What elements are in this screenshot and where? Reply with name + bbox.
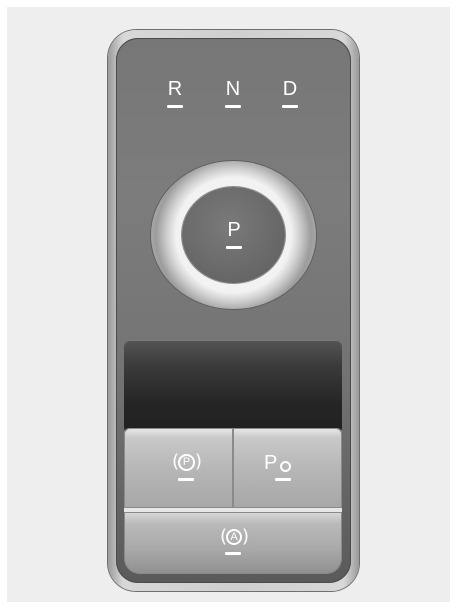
gear-neutral-label[interactable]: N [218, 78, 248, 100]
parking-brake-icon-right-arc: ) [195, 451, 203, 472]
auto-hold-indicator [225, 552, 241, 555]
auto-hold-icon-right-arc: ) [242, 526, 250, 547]
gear-park-label[interactable]: P [219, 219, 249, 241]
auto-hold-icon: A [226, 529, 242, 545]
gear-drive-label[interactable]: D [275, 78, 305, 100]
parking-brake-indicator [178, 478, 194, 481]
park-hold-icon: P [264, 452, 278, 474]
gear-park-indicator [226, 246, 242, 249]
gear-neutral-indicator [225, 105, 241, 108]
palm-rest-shadow [124, 400, 342, 428]
gear-drive-indicator [282, 105, 298, 108]
park-hold-circle-icon [280, 461, 291, 472]
parking-brake-icon: P [178, 454, 195, 471]
gear-reverse-label[interactable]: R [160, 78, 190, 100]
gear-reverse-indicator [167, 105, 183, 108]
park-hold-indicator [275, 478, 291, 481]
